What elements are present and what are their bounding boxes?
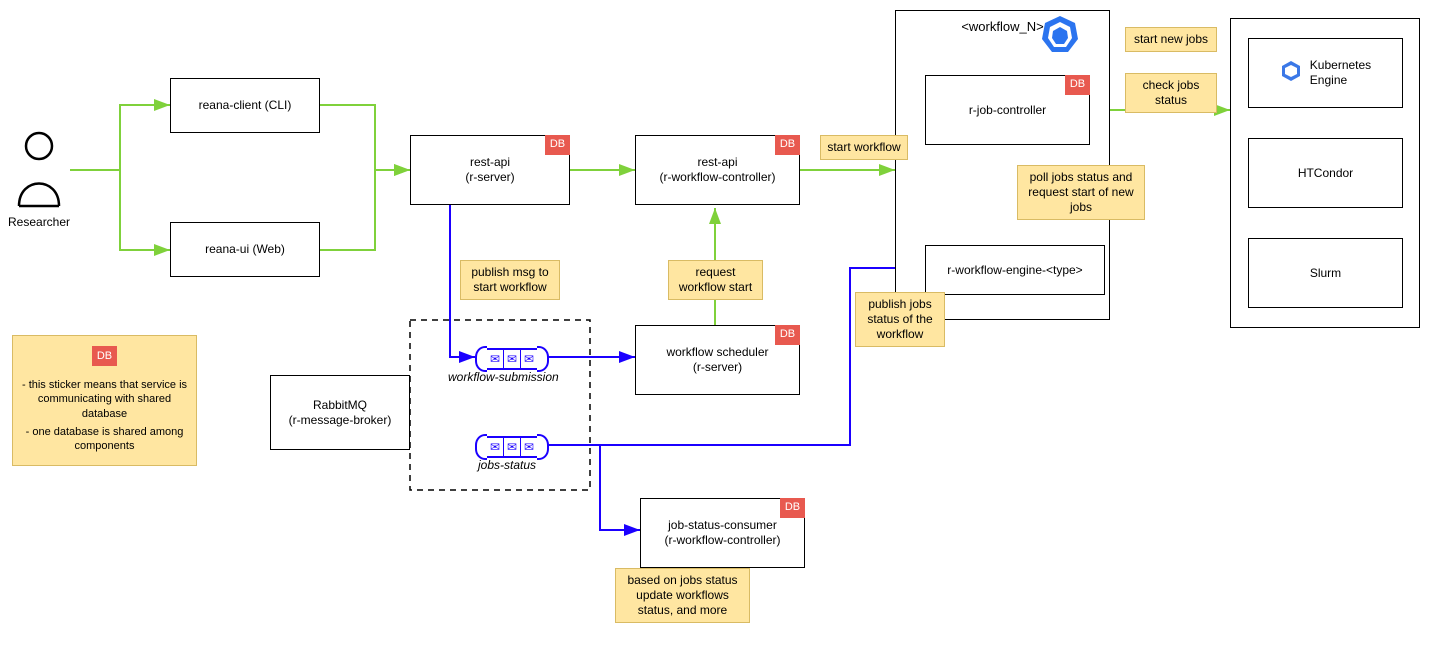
note-check-jobs: check jobs status bbox=[1125, 73, 1217, 113]
note-start-new: start new jobs bbox=[1125, 27, 1217, 52]
legend-line1: - this sticker means that service is com… bbox=[21, 378, 188, 421]
kubernetes-icon bbox=[1040, 14, 1080, 57]
box-rest-api-server: rest-api (r-server) DB bbox=[410, 135, 570, 205]
queue-jobs-status: ✉✉✉ bbox=[475, 434, 549, 460]
reana-client-label: reana-client (CLI) bbox=[199, 98, 292, 113]
slurm-label: Slurm bbox=[1310, 266, 1341, 281]
job-status-l2: (r-workflow-controller) bbox=[664, 533, 780, 548]
box-reana-client: reana-client (CLI) bbox=[170, 78, 320, 133]
legend: DB - this sticker means that service is … bbox=[12, 335, 197, 466]
note-publish-jobs: publish jobs status of the workflow bbox=[855, 292, 945, 347]
legend-line2: - one database is shared among component… bbox=[21, 425, 188, 454]
db-badge: DB bbox=[545, 135, 570, 155]
researcher-icon bbox=[15, 130, 63, 211]
box-rabbitmq: RabbitMQ (r-message-broker) bbox=[270, 375, 410, 450]
db-badge: DB bbox=[780, 498, 805, 518]
box-job-status-consumer: job-status-consumer (r-workflow-controll… bbox=[640, 498, 805, 568]
rest-api-server-l1: rest-api bbox=[465, 155, 514, 170]
box-k8s-engine: Kubernetes Engine bbox=[1248, 38, 1403, 108]
researcher-label: Researcher bbox=[8, 215, 70, 229]
reana-ui-label: reana-ui (Web) bbox=[205, 242, 285, 257]
db-badge: DB bbox=[92, 346, 117, 366]
job-status-l1: job-status-consumer bbox=[664, 518, 780, 533]
r-workflow-engine-label: r-workflow-engine-<type> bbox=[947, 263, 1082, 278]
rest-api-wfc-l2: (r-workflow-controller) bbox=[659, 170, 775, 185]
k8s-engine-l1: Kubernetes bbox=[1310, 58, 1371, 73]
box-r-workflow-engine: r-workflow-engine-<type> bbox=[925, 245, 1105, 295]
wf-scheduler-l1: workflow scheduler bbox=[666, 345, 768, 360]
k8s-engine-l2: Engine bbox=[1310, 73, 1371, 88]
gke-icon bbox=[1280, 60, 1302, 86]
box-htcondor: HTCondor bbox=[1248, 138, 1403, 208]
rabbitmq-l1: RabbitMQ bbox=[289, 398, 392, 413]
box-slurm: Slurm bbox=[1248, 238, 1403, 308]
note-publish-start: publish msg to start workflow bbox=[460, 260, 560, 300]
db-badge: DB bbox=[1065, 75, 1090, 95]
note-request-start: request workflow start bbox=[668, 260, 763, 300]
r-job-controller-label: r-job-controller bbox=[969, 103, 1046, 118]
wf-scheduler-l2: (r-server) bbox=[666, 360, 768, 375]
queue-jobs-status-label: jobs-status bbox=[478, 458, 536, 472]
box-rest-api-wfc: rest-api (r-workflow-controller) DB bbox=[635, 135, 800, 205]
queue-workflow-submission-label: workflow-submission bbox=[448, 370, 559, 384]
queue-workflow-submission: ✉✉✉ bbox=[475, 346, 549, 372]
note-poll-jobs: poll jobs status and request start of ne… bbox=[1017, 165, 1145, 220]
note-start-workflow: start workflow bbox=[820, 135, 908, 160]
box-workflow-scheduler: workflow scheduler (r-server) DB bbox=[635, 325, 800, 395]
rest-api-server-l2: (r-server) bbox=[465, 170, 514, 185]
htcondor-label: HTCondor bbox=[1298, 166, 1353, 181]
box-r-job-controller: r-job-controller DB bbox=[925, 75, 1090, 145]
workflow-n-title: <workflow_N> bbox=[961, 19, 1043, 35]
db-badge: DB bbox=[775, 135, 800, 155]
note-based-on: based on jobs status update workflows st… bbox=[615, 568, 750, 623]
db-badge: DB bbox=[775, 325, 800, 345]
box-reana-ui: reana-ui (Web) bbox=[170, 222, 320, 277]
rabbitmq-l2: (r-message-broker) bbox=[289, 413, 392, 428]
rest-api-wfc-l1: rest-api bbox=[659, 155, 775, 170]
